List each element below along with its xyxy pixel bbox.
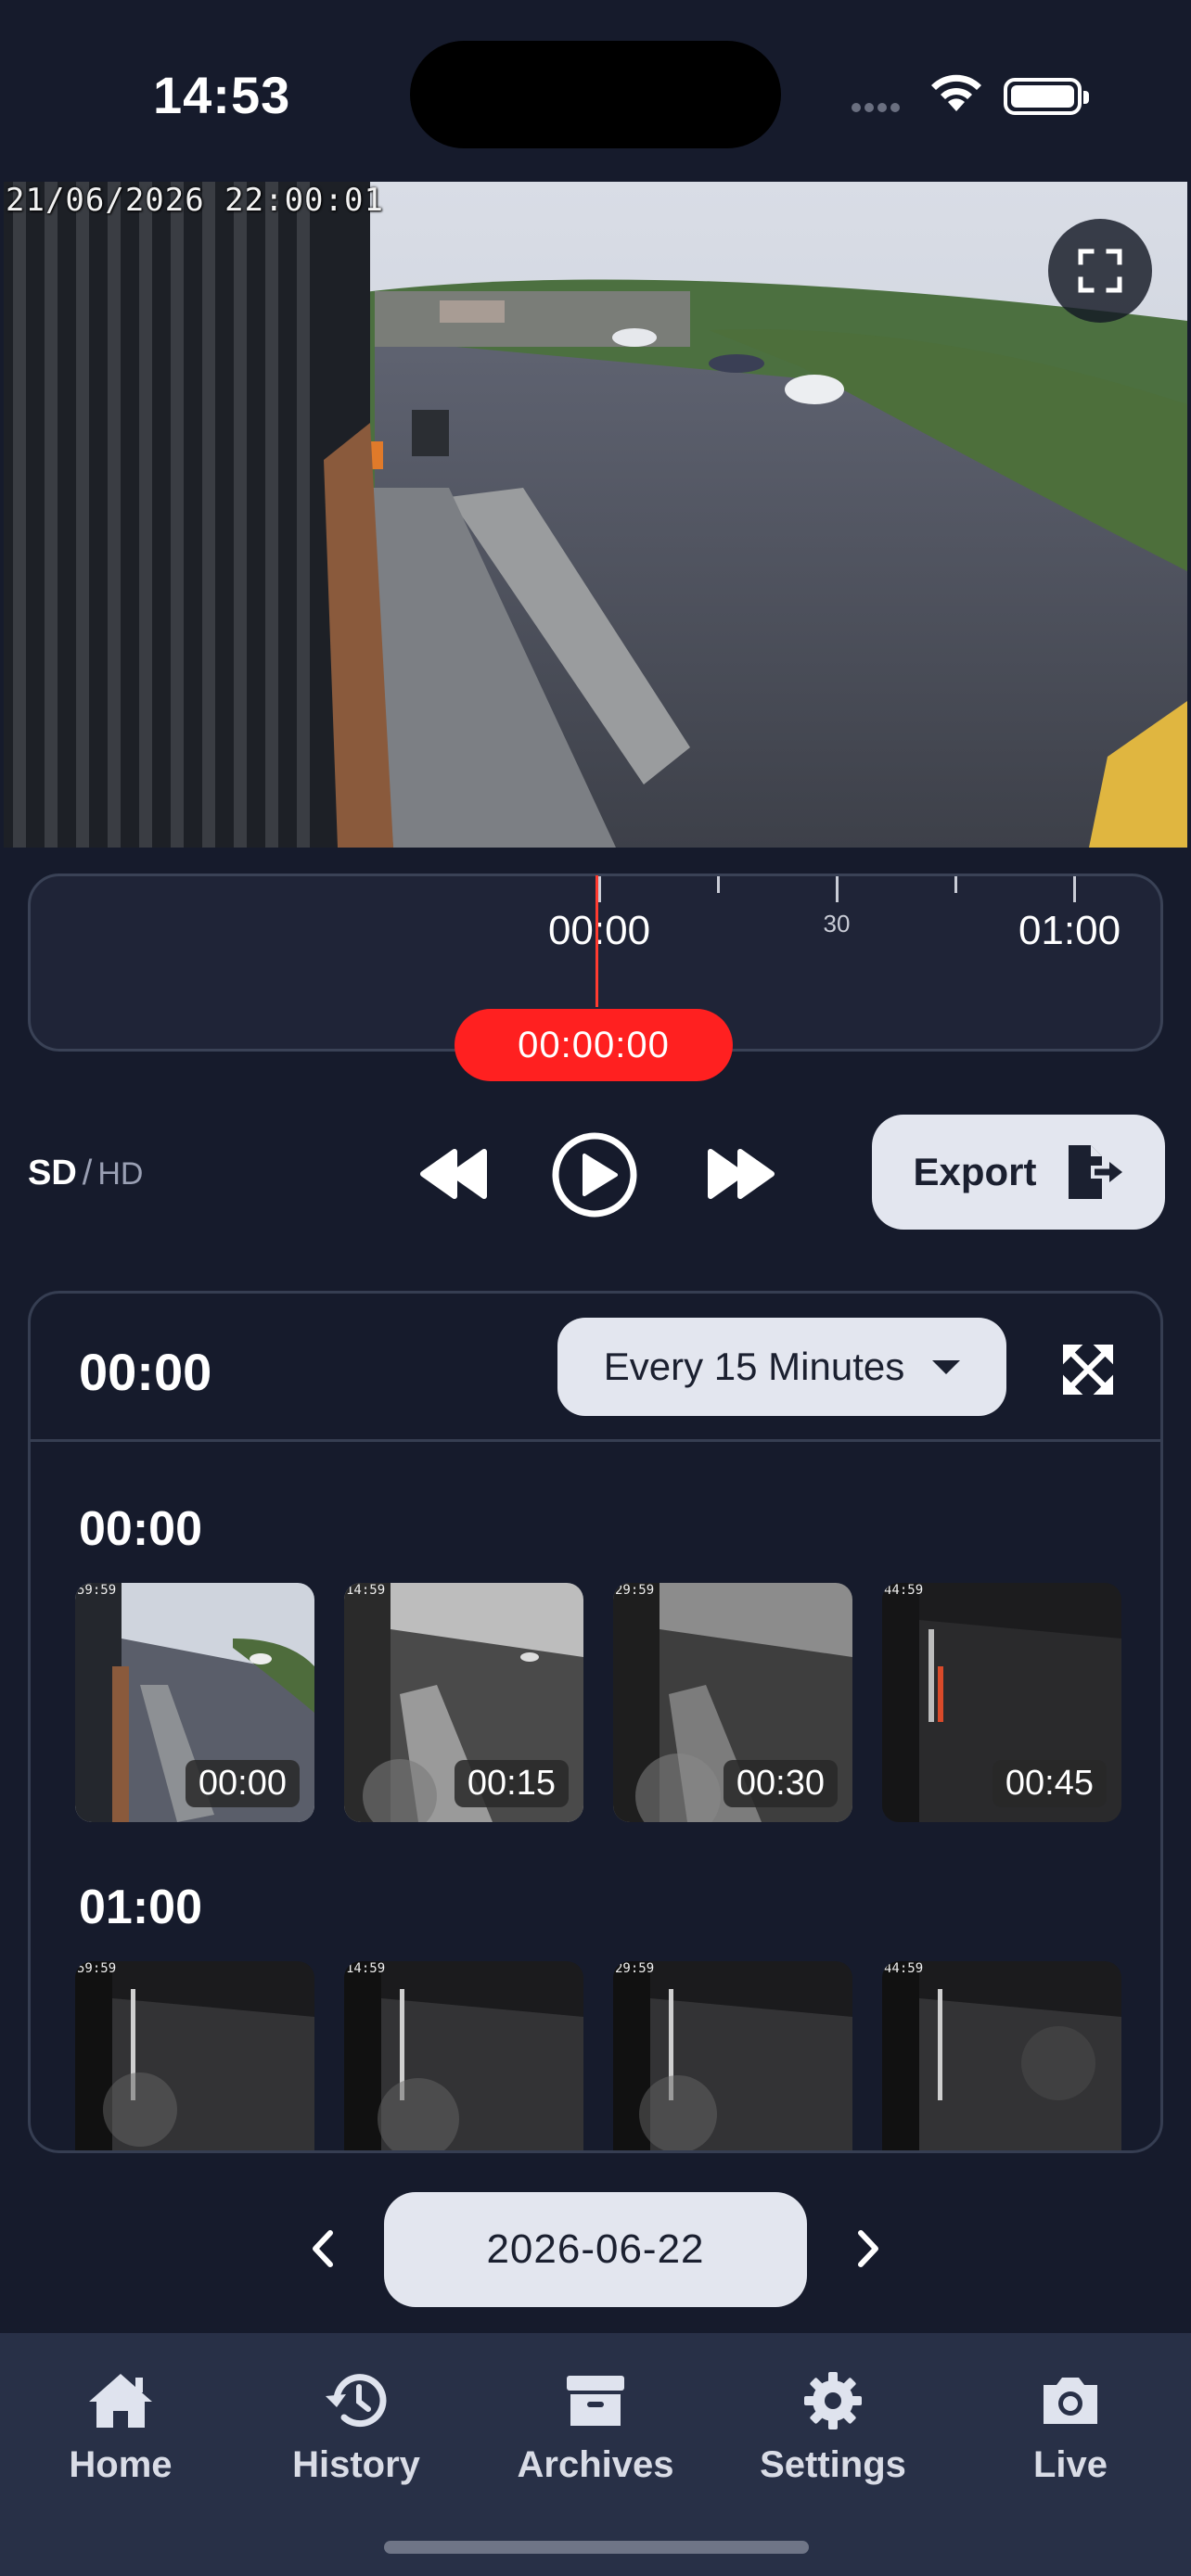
wifi-icon	[928, 70, 985, 120]
export-icon	[1068, 1145, 1122, 1199]
timeline-tick	[598, 876, 601, 902]
chevron-left-icon	[313, 2230, 333, 2267]
fast-forward-button[interactable]	[703, 1146, 777, 1202]
tab-history[interactable]: History	[254, 2370, 458, 2486]
fast-forward-icon	[708, 1149, 775, 1199]
interval-label: Every 15 Minutes	[603, 1345, 905, 1388]
timeline-label: 00:00	[547, 908, 651, 953]
snapshot-thumbnail[interactable]: 14:59	[344, 1961, 583, 2150]
thumbnail-time-label: 00:15	[454, 1760, 569, 1807]
snapshot-current-time: 00:00	[79, 1343, 212, 1401]
rewind-button[interactable]	[417, 1146, 492, 1202]
gear-icon	[804, 2372, 862, 2429]
thumbnail-time-label: 00:30	[723, 1760, 838, 1807]
thumbnail-overlay-time: 59:59	[77, 1583, 117, 1598]
quality-hd[interactable]: HD	[97, 1156, 143, 1192]
timeline-label: 30	[823, 910, 851, 937]
battery-icon	[1004, 78, 1089, 115]
play-icon	[552, 1132, 637, 1218]
snapshot-group-title: 01:00	[79, 1881, 202, 1934]
chevron-right-icon	[858, 2230, 878, 2267]
thumbnail-overlay-time: 29:59	[615, 1961, 655, 1976]
status-time: 14:53	[153, 66, 291, 124]
current-time-badge: 00:00:00	[455, 1009, 733, 1081]
snapshot-panel: 00:00 Every 15 Minutes 00:00 59:59 00:00	[28, 1291, 1163, 2153]
timeline-label: 01:00	[1018, 908, 1121, 953]
home-indicator	[384, 2541, 809, 2554]
rewind-icon	[420, 1149, 487, 1199]
tab-home[interactable]: Home	[19, 2370, 223, 2486]
quality-sd[interactable]: SD	[28, 1154, 77, 1192]
camera-timestamp: 21/06/2026 22:00:01	[6, 182, 384, 219]
quality-separator: /	[82, 1154, 93, 1192]
interval-dropdown[interactable]: Every 15 Minutes	[557, 1318, 1006, 1416]
previous-date-button[interactable]	[302, 2227, 345, 2270]
snapshot-thumbnail[interactable]: 14:59 00:15	[344, 1583, 583, 1822]
snapshot-thumbnail[interactable]: 59:59 00:00	[75, 1583, 314, 1822]
timeline-tick	[1073, 876, 1076, 902]
timeline-tick	[954, 876, 957, 893]
fullscreen-button[interactable]	[1048, 219, 1152, 323]
snapshot-thumbnail[interactable]: 44:59 00:45	[882, 1583, 1121, 1822]
camera-feed[interactable]	[4, 182, 1187, 848]
tab-label: Settings	[760, 2444, 906, 2485]
date-picker-button[interactable]: 2026-06-22	[384, 2192, 807, 2307]
thumbnail-overlay-time: 29:59	[615, 1583, 655, 1598]
thumbnail-overlay-time: 14:59	[346, 1961, 386, 1976]
quality-toggle[interactable]: SD / HD	[28, 1154, 143, 1193]
tab-live[interactable]: Live	[968, 2370, 1172, 2486]
snapshot-thumbnail[interactable]: 29:59 00:30	[613, 1583, 852, 1822]
dynamic-island	[410, 41, 781, 148]
history-icon	[326, 2374, 387, 2428]
expand-arrows-icon	[1063, 1345, 1113, 1395]
playhead-marker[interactable]	[596, 875, 598, 1007]
tab-label: Home	[69, 2444, 173, 2485]
home-icon	[89, 2374, 152, 2428]
signal-dots-icon	[852, 100, 911, 112]
timeline-tick	[836, 876, 839, 902]
thumbnail-time-label: 00:45	[992, 1760, 1107, 1807]
tab-settings[interactable]: Settings	[731, 2370, 935, 2486]
snapshot-group-title: 00:00	[79, 1502, 202, 1556]
camera-icon	[1044, 2378, 1097, 2424]
snapshot-thumbnail[interactable]: 44:59	[882, 1961, 1121, 2150]
export-label: Export	[913, 1150, 1037, 1193]
timeline-tick	[717, 876, 720, 893]
thumbnail-overlay-time: 44:59	[884, 1583, 924, 1598]
tab-archives[interactable]: Archives	[493, 2370, 698, 2486]
thumbnail-overlay-time: 14:59	[346, 1583, 386, 1598]
export-button[interactable]: Export	[872, 1115, 1165, 1230]
tab-label: History	[292, 2444, 420, 2485]
tab-label: Live	[1032, 2444, 1108, 2485]
thumbnail-time-label: 00:00	[185, 1760, 300, 1807]
snapshot-panel-header: 00:00 Every 15 Minutes	[31, 1294, 1160, 1442]
fullscreen-icon	[1078, 249, 1122, 293]
thumbnail-overlay-time: 44:59	[884, 1961, 924, 1976]
next-date-button[interactable]	[846, 2227, 889, 2270]
tab-bar: Home History Archives Settings Live	[0, 2333, 1191, 2576]
snapshot-thumbnail[interactable]: 29:59	[613, 1961, 852, 2150]
snapshot-thumbnail[interactable]: 59:59	[75, 1961, 314, 2150]
thumbnail-overlay-time: 59:59	[77, 1961, 117, 1976]
play-button[interactable]	[551, 1131, 638, 1218]
chevron-down-icon	[932, 1359, 961, 1374]
tab-label: Archives	[517, 2444, 674, 2485]
expand-button[interactable]	[1060, 1342, 1116, 1397]
archive-icon	[567, 2376, 624, 2426]
